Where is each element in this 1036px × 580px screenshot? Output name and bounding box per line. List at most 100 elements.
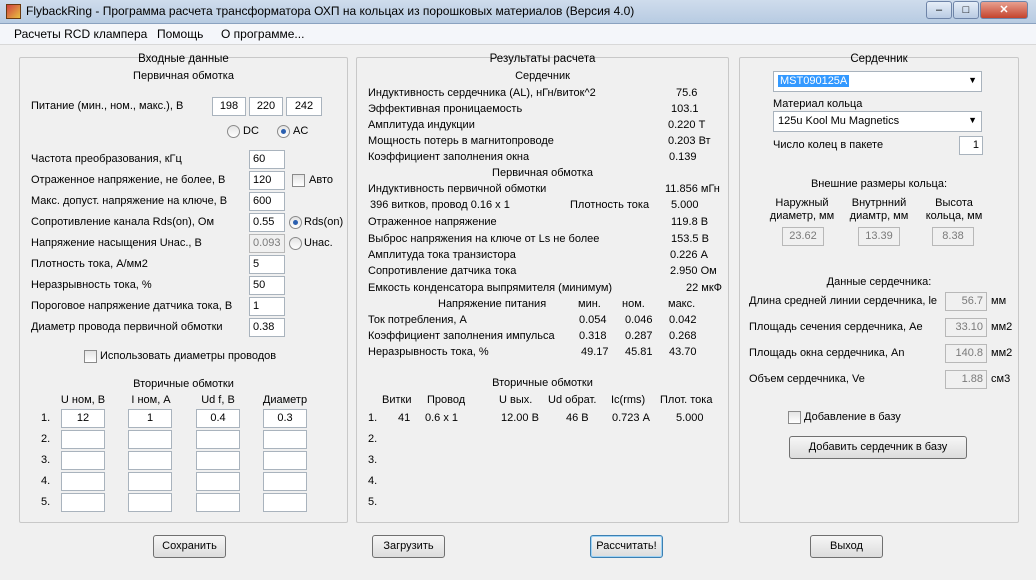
res-sec-row-number: 4. [368, 475, 378, 487]
sec-diameter-input[interactable]: 0.3 [263, 409, 307, 428]
reflected-voltage-input[interactable]: 120 [249, 171, 285, 190]
voltage-spike-value: 153.5 В [671, 233, 709, 245]
core-select[interactable]: MST090125A ▼ [773, 71, 982, 92]
core-loss-value: 0.203 Вт [668, 135, 711, 147]
dims-header: Внешние размеры кольца: [810, 178, 948, 190]
dc-radio[interactable] [227, 125, 240, 138]
menu-about[interactable]: О программе... [221, 27, 304, 41]
sensor-threshold-input[interactable]: 1 [249, 297, 285, 316]
sec-u-input[interactable] [61, 430, 105, 449]
sec-u-input[interactable] [61, 472, 105, 491]
auto-checkbox[interactable] [292, 174, 305, 187]
sec-ud-input[interactable] [196, 472, 240, 491]
res-sec-col-density: Плот. тока [660, 394, 713, 406]
core-volume-value: 1.88 [945, 370, 987, 389]
permeability-label: Эффективная проницаемость [368, 103, 523, 115]
sec-i-input[interactable] [128, 472, 172, 491]
results-current-density-value: 5.000 [671, 199, 699, 211]
sec-u-input[interactable]: 12 [61, 409, 105, 428]
ac-radio[interactable] [277, 125, 290, 138]
close-button[interactable]: ✕ [980, 1, 1028, 19]
outer-diameter-value: 23.62 [782, 227, 824, 246]
reflected-voltage-label: Отраженное напряжение, не более, В [31, 174, 226, 186]
sec-row-number: 2. [41, 433, 51, 445]
res-sec-udrev: 46 В [566, 412, 589, 424]
current-continuity-label: Неразрывность тока, % [31, 279, 152, 291]
consumption-current-nom: 0.046 [625, 314, 653, 326]
primary-wire-diameter-label: Диаметр провода первичной обмотки [31, 321, 223, 333]
sec-diameter-input[interactable] [263, 430, 307, 449]
usat-radio[interactable] [289, 237, 302, 250]
exit-button[interactable]: Выход [810, 535, 883, 558]
transistor-current-label: Амплитуда тока транзистора [368, 249, 516, 261]
sec-i-input[interactable] [128, 493, 172, 512]
path-length-unit: мм [991, 295, 1007, 307]
current-density-input[interactable]: 5 [249, 255, 285, 274]
max-switch-voltage-input[interactable]: 600 [249, 192, 285, 211]
sec-i-input[interactable] [128, 451, 172, 470]
use-diameters-checkbox[interactable] [84, 350, 97, 363]
sec-ud-input[interactable] [196, 493, 240, 512]
freq-label: Частота преобразования, кГц [31, 153, 182, 165]
rds-on-radio[interactable] [289, 216, 302, 229]
supply-nom-input[interactable]: 220 [249, 97, 283, 116]
chevron-down-icon: ▼ [968, 75, 977, 85]
maximize-button[interactable]: □ [953, 1, 979, 19]
sensor-resistance-label: Сопротивление датчика тока [368, 265, 517, 277]
auto-label: Авто [309, 174, 333, 186]
primary-inductance-value: 11.856 мГн [665, 183, 720, 195]
saturation-voltage-input[interactable]: 0.093 [249, 234, 285, 253]
sec-ud-input[interactable] [196, 430, 240, 449]
duty-cycle-max: 0.268 [669, 330, 697, 342]
core-volume-label: Объем сердечника, Ve [749, 373, 865, 385]
save-button[interactable]: Сохранить [153, 535, 226, 558]
rectifier-capacitance-label: Емкость конденсатора выпрямителя (миниму… [368, 282, 613, 294]
supply-min-input[interactable]: 198 [212, 97, 246, 116]
load-button[interactable]: Загрузить [372, 535, 445, 558]
core-data-header: Данные сердечника: [826, 276, 932, 288]
core-volume-unit: см3 [991, 373, 1011, 385]
continuity-result-max: 43.70 [669, 346, 697, 358]
sec-i-input[interactable]: 1 [128, 409, 172, 428]
sec-ud-input[interactable] [196, 451, 240, 470]
induction-value: 0.220 Т [668, 119, 706, 131]
add-to-db-check-label: Добавление в базу [804, 411, 901, 423]
res-sec-wire: 0.6 x 1 [425, 412, 459, 424]
menu-rcd-clamper[interactable]: Расчеты RCD клампера [14, 27, 147, 41]
window-fill-value: 0.139 [669, 151, 697, 163]
minimize-button[interactable]: – [926, 1, 952, 19]
sec-i-input[interactable] [128, 430, 172, 449]
add-core-to-db-button[interactable]: Добавить сердечник в базу [789, 436, 967, 459]
freq-input[interactable]: 60 [249, 150, 285, 169]
path-length-label: Длина средней линии сердечника, le [749, 295, 937, 307]
menu-help[interactable]: Помощь [157, 27, 203, 41]
max-switch-voltage-label: Макс. допуст. напряжение на ключе, В [31, 195, 228, 207]
sec-u-input[interactable] [61, 451, 105, 470]
dc-label: DC [243, 125, 259, 137]
core-panel-header: Сердечник [850, 53, 908, 65]
primary-inductance-label: Индуктивность первичной обмотки [368, 183, 547, 195]
ac-label: AC [293, 125, 309, 137]
supply-col-nom: ном. [622, 298, 645, 310]
sec-diameter-input[interactable] [263, 472, 307, 491]
continuity-result-min: 49.17 [581, 346, 609, 358]
rings-count-input[interactable]: 1 [959, 136, 983, 155]
sensor-resistance-value: 2.950 Ом [670, 265, 717, 277]
primary-wire-diameter-input[interactable]: 0.38 [249, 318, 285, 337]
current-continuity-input[interactable]: 50 [249, 276, 285, 295]
calculate-button[interactable]: Рассчитать! [590, 535, 663, 558]
material-select[interactable]: 125u Kool Mu Magnetics ▼ [773, 111, 982, 132]
input-header: Входные данные [138, 53, 229, 65]
sec-u-input[interactable] [61, 493, 105, 512]
sec-col-diameter: Диаметр [262, 394, 308, 406]
al-value: 75.6 [676, 87, 698, 99]
rds-input[interactable]: 0.55 [249, 213, 285, 232]
res-sec-col-turns: Витки [382, 394, 412, 406]
supply-max-input[interactable]: 242 [286, 97, 322, 116]
sec-diameter-input[interactable] [263, 451, 307, 470]
path-length-value: 56.7 [945, 292, 987, 311]
add-to-db-checkbox[interactable] [788, 411, 801, 424]
res-sec-row-number: 2. [368, 433, 378, 445]
sec-ud-input[interactable]: 0.4 [196, 409, 240, 428]
sec-diameter-input[interactable] [263, 493, 307, 512]
